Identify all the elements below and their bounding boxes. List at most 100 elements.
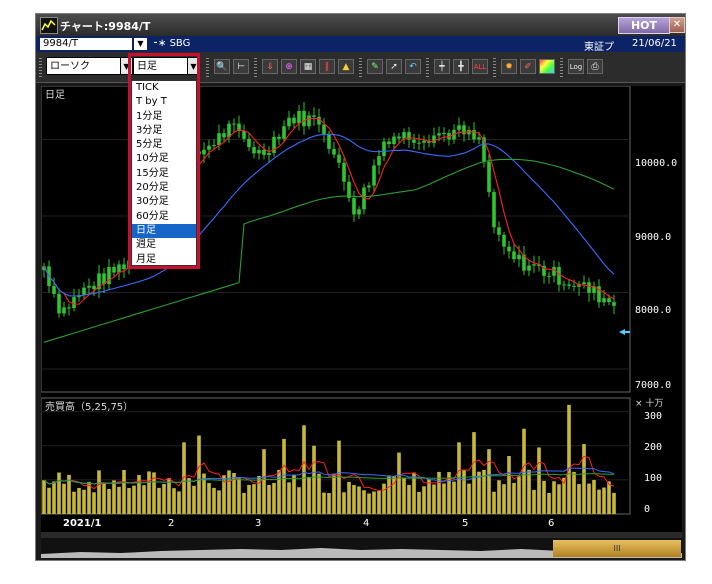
toolbar-grip[interactable] [426, 58, 429, 78]
period-option-30min[interactable]: 30分足 [132, 195, 196, 209]
toolbar-grip[interactable] [206, 58, 209, 78]
download-icon[interactable]: ⇓ [262, 59, 278, 74]
volume-bar [247, 484, 251, 514]
period-option-15min[interactable]: 15分足 [132, 167, 196, 181]
period-option-tick[interactable]: TICK [132, 81, 196, 95]
toolbar-grip[interactable] [560, 58, 563, 78]
close-icon[interactable]: ✕ [669, 17, 685, 33]
period-option-1min[interactable]: 1分足 [132, 110, 196, 124]
undo-icon[interactable]: ↶ [405, 59, 421, 74]
volume-tick-label: 0 [644, 504, 650, 515]
volume-bar [522, 428, 526, 514]
ruler-icon[interactable]: ⊢ [233, 59, 249, 74]
scrollbar-thumb[interactable]: III [553, 540, 681, 557]
period-option-daily[interactable]: 日足 [132, 223, 196, 239]
volume-bar [382, 483, 386, 514]
toolbar-grip[interactable] [493, 58, 496, 78]
table-icon[interactable]: ▦ [300, 59, 316, 74]
volume-bar [127, 487, 131, 514]
volume-bar [167, 477, 171, 514]
period-option-weekly[interactable]: 週足 [132, 238, 196, 252]
volume-bar [172, 488, 176, 514]
volume-bar [372, 491, 376, 514]
toolbar: ローソク ▼ 日足 ▼ 🔍 ⊢ ⇓ ⊕ ▦ ‖ ▲ ✎ ➚ ↶ ┿ ╋ ALL … [36, 52, 685, 83]
period-option-monthly[interactable]: 月足 [132, 253, 196, 267]
candle-body [287, 117, 291, 127]
volume-bar [507, 456, 511, 514]
candle-body [317, 116, 321, 125]
period-option-5min[interactable]: 5分足 [132, 138, 196, 152]
volume-bar [57, 472, 61, 514]
log-icon[interactable]: Log [568, 59, 584, 74]
volume-bar [297, 487, 301, 514]
price-tick-label: 8000.0 [635, 305, 671, 316]
hot-button[interactable]: HOT [618, 17, 670, 34]
date-label: 21/06/21 [632, 38, 677, 49]
alert-icon[interactable]: ▲ [338, 59, 354, 74]
candle-body [247, 138, 251, 148]
candle-body [562, 284, 566, 286]
symbol-input[interactable]: 9984/T [40, 38, 132, 50]
candle-body [612, 302, 616, 306]
x-axis-label: 6 [548, 518, 554, 529]
period-option-tbyt[interactable]: T by T [132, 95, 196, 109]
all-icon[interactable]: ALL [472, 59, 488, 74]
volume-bar [602, 487, 606, 514]
volume-bar [212, 487, 216, 514]
pencil-icon[interactable]: ✎ [367, 59, 383, 74]
volume-bar [252, 484, 256, 514]
volume-bar [332, 473, 336, 514]
volume-bar [572, 471, 576, 514]
candle-body [202, 149, 206, 155]
candle-body [392, 136, 396, 144]
period-option-20min[interactable]: 20分足 [132, 181, 196, 195]
period-option-60min[interactable]: 60分足 [132, 210, 196, 224]
scrollbar[interactable]: III [41, 538, 682, 558]
chart-type-select[interactable]: ローソク [46, 57, 124, 75]
volume-bar [582, 444, 586, 514]
volume-bar [512, 482, 516, 514]
vertical-lines-icon[interactable]: ‖ [319, 59, 335, 74]
period-option-10min[interactable]: 10分足 [132, 152, 196, 166]
volume-bar [542, 480, 546, 514]
candle-icon[interactable]: ┿ [434, 59, 450, 74]
period-select[interactable]: 日足 [133, 57, 191, 75]
period-option-3min[interactable]: 3分足 [132, 124, 196, 138]
brush-icon[interactable]: ✐ [520, 59, 536, 74]
volume-bar [347, 481, 351, 514]
volume-bar [417, 491, 421, 514]
zoom-icon[interactable]: 🔍 [214, 59, 230, 74]
volume-tick-label: 300 [644, 411, 662, 422]
x-axis-label: 2 [168, 518, 174, 529]
toolbar-grip[interactable] [359, 58, 362, 78]
volume-bar [377, 490, 381, 514]
candle-compare-icon[interactable]: ╋ [453, 59, 469, 74]
print-icon[interactable]: ⎙ [587, 59, 603, 74]
chart-app-icon [40, 17, 58, 34]
candle-body [117, 264, 121, 273]
volume-bar [287, 482, 291, 514]
candle-body [527, 265, 531, 271]
volume-bar [262, 449, 266, 514]
period-dropdown-button[interactable]: ▼ [187, 57, 200, 75]
volume-bar [302, 425, 306, 514]
volume-bar [77, 487, 81, 514]
chart-type-dropdown-button[interactable]: ▼ [120, 57, 133, 75]
volume-bar [487, 449, 491, 514]
price-tick-label: 7000.0 [635, 380, 671, 391]
candle-body [122, 264, 126, 270]
window-title: チャート:9984/T [60, 20, 151, 33]
color-icon[interactable] [539, 59, 555, 74]
gear-icon[interactable]: ✹ [501, 59, 517, 74]
cursor-icon[interactable]: ➚ [386, 59, 402, 74]
volume-bar [222, 475, 226, 514]
toolbar-grip[interactable] [39, 58, 42, 78]
title-bar[interactable]: チャート:9984/T HOT ✕ [36, 14, 685, 36]
toolbar-grip[interactable] [254, 58, 257, 78]
candle-body [57, 293, 61, 314]
volume-bar [102, 482, 106, 514]
search-icon[interactable]: ⊕ [281, 59, 297, 74]
period-dropdown-list[interactable]: TICK T by T 1分足 3分足 5分足 10分足 15分足 20分足 3… [131, 80, 197, 266]
symbol-dropdown-button[interactable]: ▼ [134, 38, 147, 50]
candle-body [322, 124, 326, 135]
